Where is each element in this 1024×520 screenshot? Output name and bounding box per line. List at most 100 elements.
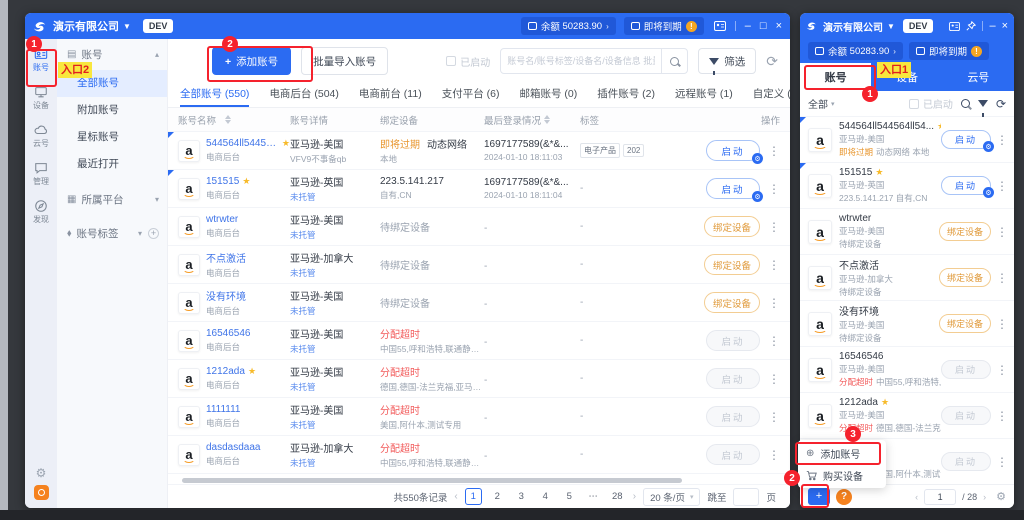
settings-gear-icon[interactable]: ⚙ — [996, 490, 1006, 503]
jump-page-input[interactable] — [733, 487, 760, 506]
list-item[interactable]: a 没有环境★ 亚马逊-美国 待绑定设备 绑定设备⚙ ⋮ — [800, 301, 1014, 347]
category-tab[interactable]: 电商后台 (504) — [269, 83, 338, 107]
minimize-button[interactable]: – — [745, 20, 751, 32]
page-number[interactable]: 28 — [609, 488, 626, 505]
started-checkbox-label[interactable]: 已启动 — [908, 96, 953, 111]
account-name-link[interactable]: 1212ada — [206, 366, 245, 377]
row-action-button[interactable]: 绑定设备⚙ — [703, 292, 760, 313]
prev-page-icon[interactable]: ‹ — [454, 491, 457, 502]
page-number[interactable]: 1 — [464, 488, 482, 505]
balance-pill[interactable]: 余额 50283.90 › — [520, 17, 616, 35]
rail-item-cloud[interactable]: 云号 — [33, 123, 49, 149]
item-action-button[interactable]: 启动⚙ — [941, 360, 991, 379]
maximize-button[interactable]: □ — [760, 20, 767, 32]
item-action-button[interactable]: 绑定设备⚙ — [938, 222, 991, 241]
funnel-icon[interactable] — [977, 100, 988, 117]
page-number[interactable]: 2 — [489, 488, 506, 505]
sidebar-group-platform[interactable]: ▦ 所属平台 ▾ — [57, 186, 167, 212]
item-action-button[interactable]: 启动⚙ — [941, 130, 994, 152]
close-button[interactable]: × — [776, 20, 782, 32]
tab-cloud[interactable]: 云号 — [943, 63, 1014, 91]
row-action-button[interactable]: 启动⚙ — [706, 406, 760, 427]
account-name-link[interactable]: wtrwter — [206, 214, 238, 225]
account-name-link[interactable]: 151515 — [206, 176, 239, 187]
account-name-link[interactable]: 不点激活 — [206, 250, 246, 265]
pin-icon[interactable] — [966, 21, 977, 31]
list-item[interactable]: a 151515 ★ 亚马逊-英国 223.5.141.217 自有,CN 启动 ⚙… — [800, 163, 1014, 209]
row-action-button[interactable]: 启动⚙ — [706, 330, 760, 351]
account-name-link[interactable]: 16546546 — [206, 328, 251, 339]
rail-item-devices[interactable]: 设备 — [33, 85, 49, 111]
chevron-down-icon[interactable]: ▼ — [123, 22, 131, 31]
more-actions-icon[interactable]: ⋮ — [996, 134, 1008, 146]
add-button[interactable]: + — [808, 488, 830, 505]
more-actions-icon[interactable]: ⋮ — [768, 373, 780, 385]
refresh-icon[interactable]: ⟳ — [996, 97, 1006, 111]
page-number[interactable]: ⋯ — [585, 488, 602, 505]
help-icon[interactable]: ? — [836, 488, 852, 505]
category-tab[interactable]: 自定义 (26) — [753, 83, 790, 107]
chevron-down-icon[interactable]: ▼ — [887, 22, 895, 31]
item-action-button[interactable]: 启动⚙ — [941, 452, 991, 471]
more-actions-icon[interactable]: ⋮ — [996, 456, 1008, 468]
list-item[interactable]: a 1212ada★ 亚马逊-美国 分配超时德国,德国-法兰克福... 启动⚙ … — [800, 393, 1014, 439]
expire-pill[interactable]: 即将到期 ! — [623, 17, 704, 35]
horizontal-scrollbar[interactable] — [182, 478, 682, 483]
sort-icon[interactable] — [225, 115, 232, 124]
account-name-link[interactable]: 544564ll544564... — [206, 138, 279, 149]
item-action-button[interactable]: 启动⚙ — [941, 406, 991, 425]
started-checkbox-label[interactable]: 已启动 — [446, 54, 490, 69]
more-actions-icon[interactable]: ⋮ — [768, 183, 780, 195]
more-actions-icon[interactable]: ⋮ — [768, 145, 780, 157]
add-account-button[interactable]: + 添加账号 — [212, 47, 292, 75]
more-actions-icon[interactable]: ⋮ — [768, 411, 780, 423]
item-action-button[interactable]: 绑定设备⚙ — [938, 314, 991, 333]
rail-item-discover[interactable]: 发现 — [33, 199, 49, 225]
refresh-icon[interactable]: ⟳ — [766, 53, 778, 70]
company-name[interactable]: 演示有限公司 — [53, 18, 119, 34]
batch-import-button[interactable]: 批量导入账号 — [301, 47, 389, 75]
category-tab[interactable]: 插件账号 (2) — [597, 83, 655, 107]
more-actions-icon[interactable]: ⋮ — [768, 221, 780, 233]
expire-pill[interactable]: 即将到期 ! — [908, 42, 989, 60]
menu-item-buy-device[interactable]: 购买设备 — [798, 464, 886, 486]
support-icon[interactable] — [33, 485, 49, 500]
company-name[interactable]: 演示有限公司 — [823, 19, 883, 34]
sidebar-item[interactable]: 最近打开 — [57, 151, 167, 178]
page-number[interactable]: 5 — [561, 488, 578, 505]
filter-button[interactable]: 筛选 — [698, 48, 757, 75]
row-action-button[interactable]: 启动⚙ — [706, 140, 763, 164]
list-item[interactable]: a wtrwter★ 亚马逊-美国 待绑定设备 绑定设备⚙ ⋮ — [800, 209, 1014, 255]
category-tab[interactable]: 远程账号 (1) — [675, 83, 733, 107]
contact-card-icon[interactable] — [949, 21, 961, 31]
checkbox[interactable] — [908, 98, 919, 109]
more-actions-icon[interactable]: ⋮ — [996, 226, 1008, 238]
row-action-button[interactable]: 启动⚙ — [706, 368, 760, 389]
more-actions-icon[interactable]: ⋮ — [768, 335, 780, 347]
account-name-link[interactable]: dasdasdaaa — [206, 442, 261, 453]
rail-item-manage[interactable]: 管理 — [33, 161, 49, 187]
row-action-button[interactable]: 绑定设备⚙ — [703, 254, 760, 275]
page-size-select[interactable]: 20 条/页 ▾ — [643, 487, 701, 506]
next-page-icon[interactable]: › — [983, 492, 986, 502]
prev-page-icon[interactable]: ‹ — [915, 492, 918, 502]
category-tab[interactable]: 邮箱账号 (0) — [519, 83, 577, 107]
balance-pill[interactable]: 余额 50283.90 › — [808, 42, 903, 60]
account-name-link[interactable]: 没有环境 — [206, 288, 246, 303]
minimize-button[interactable]: – — [989, 20, 995, 32]
search-icon[interactable] — [960, 99, 970, 108]
page-number[interactable]: 3 — [513, 488, 530, 505]
category-tab[interactable]: 电商前台 (11) — [359, 83, 422, 107]
item-action-button[interactable]: 绑定设备⚙ — [938, 268, 991, 287]
item-action-button[interactable]: 启动⚙ — [941, 176, 994, 198]
close-button[interactable]: × — [1002, 20, 1008, 32]
list-item[interactable]: a 不点激活★ 亚马逊-加拿大 待绑定设备 绑定设备⚙ ⋮ — [800, 255, 1014, 301]
search-button[interactable] — [661, 49, 687, 73]
sidebar-item[interactable]: 星标账号 — [57, 124, 167, 151]
search-input[interactable] — [501, 56, 662, 66]
filter-all-select[interactable]: 全部 ▾ — [808, 96, 835, 111]
checkbox[interactable] — [446, 56, 457, 66]
more-actions-icon[interactable]: ⋮ — [996, 272, 1008, 284]
next-page-icon[interactable]: › — [633, 491, 636, 502]
category-tab[interactable]: 支付平台 (6) — [442, 83, 500, 107]
